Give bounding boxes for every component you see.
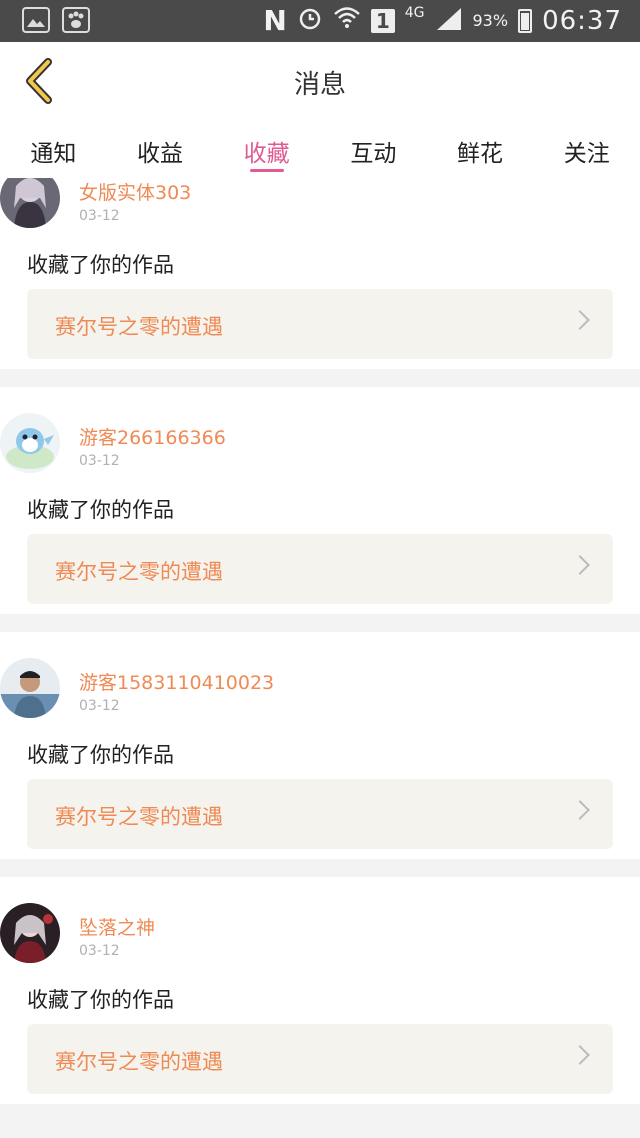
notification-icons xyxy=(22,7,90,33)
work-link[interactable]: 赛尔号之零的遭遇 xyxy=(27,289,613,359)
chevron-right-icon xyxy=(570,310,590,330)
work-link[interactable]: 赛尔号之零的遭遇 xyxy=(27,779,613,849)
tab-interactions[interactable]: 互动 xyxy=(320,122,427,178)
image-notification-icon xyxy=(22,7,50,33)
work-title: 赛尔号之零的遭遇 xyxy=(55,315,223,339)
battery-icon xyxy=(518,8,533,33)
tab-earnings[interactable]: 收益 xyxy=(107,122,214,178)
action-text: 收藏了你的作品 xyxy=(27,498,174,522)
username[interactable]: 女版实体303 xyxy=(79,178,191,205)
username[interactable]: 坠落之神 xyxy=(79,913,155,940)
work-title: 赛尔号之零的遭遇 xyxy=(55,805,223,829)
wifi-icon xyxy=(333,5,361,36)
chevron-right-icon xyxy=(570,555,590,575)
notification-card: 游客15831104100​23 03-12 收藏了你的作品 赛尔号之零的遭遇 xyxy=(0,632,640,859)
action-text: 收藏了你的作品 xyxy=(27,988,174,1012)
date: 03-12 xyxy=(79,698,120,714)
avatar[interactable] xyxy=(0,413,60,473)
chevron-right-icon xyxy=(570,800,590,820)
username[interactable]: 游客266166366 xyxy=(79,423,226,450)
notification-card: 坠落之神 03-12 收藏了你的作品 赛尔号之零的遭遇 xyxy=(0,877,640,1104)
work-title: 赛尔号之零的遭遇 xyxy=(55,1050,223,1074)
date: 03-12 xyxy=(79,943,120,959)
username[interactable]: 游客15831104100​23 xyxy=(79,668,274,695)
clock: 06:37 xyxy=(542,5,622,36)
page-title: 消息 xyxy=(293,70,346,100)
avatar[interactable] xyxy=(0,903,60,963)
avatar[interactable] xyxy=(0,658,60,718)
tab-flowers[interactable]: 鲜花 xyxy=(427,122,534,178)
system-icons: N 1 4G 93% 06:37 xyxy=(263,4,622,37)
status-bar: N 1 4G 93% 06:37 xyxy=(0,0,640,42)
work-link[interactable]: 赛尔号之零的遭遇 xyxy=(27,1024,613,1094)
alarm-icon xyxy=(297,5,323,36)
tab-favorites[interactable]: 收藏 xyxy=(213,122,320,178)
nfc-icon: N xyxy=(263,4,287,37)
tab-notifications[interactable]: 通知 xyxy=(0,122,107,178)
action-text: 收藏了你的作品 xyxy=(27,743,174,767)
lte-label: 4G xyxy=(404,4,425,21)
chevron-right-icon xyxy=(570,1045,590,1065)
work-title: 赛尔号之零的遭遇 xyxy=(55,560,223,584)
date: 03-12 xyxy=(79,453,120,469)
sim-icon: 1 xyxy=(370,8,395,33)
date: 03-12 xyxy=(79,208,120,224)
action-text: 收藏了你的作品 xyxy=(27,253,174,277)
notification-list[interactable]: 女版实体303 03-12 收藏了你的作品 赛尔号之零的遭遇 游客2661663… xyxy=(0,178,640,1138)
paw-notification-icon xyxy=(62,7,90,33)
notification-card: 女版实体303 03-12 收藏了你的作品 赛尔号之零的遭遇 xyxy=(0,178,640,369)
tab-bar: 通知 收益 收藏 互动 鲜花 关注 xyxy=(0,122,640,178)
work-link[interactable]: 赛尔号之零的遭遇 xyxy=(27,534,613,604)
tab-following[interactable]: 关注 xyxy=(533,122,640,178)
battery-percent: 93% xyxy=(472,11,509,30)
app-header: 消息 xyxy=(0,42,640,123)
signal-icon xyxy=(435,6,463,35)
avatar[interactable] xyxy=(0,178,60,228)
notification-card: 游客266166366 03-12 收藏了你的作品 赛尔号之零的遭遇 xyxy=(0,387,640,614)
